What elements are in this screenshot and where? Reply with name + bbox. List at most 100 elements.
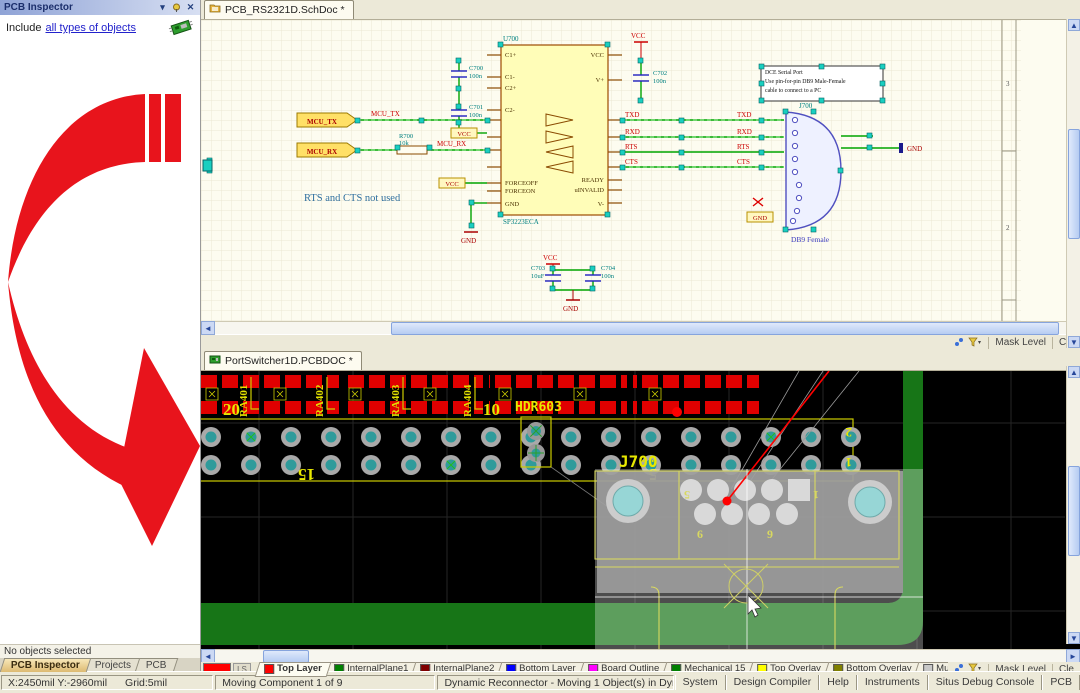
- status-bar: X:2450mil Y:-2960mil Grid:5mil Moving Co…: [0, 671, 1080, 693]
- svg-text:10k: 10k: [399, 140, 410, 147]
- pin-icon[interactable]: [171, 2, 182, 13]
- tab-projects[interactable]: Projects: [84, 658, 143, 672]
- svg-text:9: 9: [767, 527, 773, 541]
- svg-text:MCU_TX: MCU_TX: [307, 118, 337, 126]
- panel-button-situs-debug-console[interactable]: Situs Debug Console: [928, 675, 1043, 690]
- svg-text:V-: V-: [598, 201, 604, 208]
- scroll-left-icon[interactable]: ◄: [201, 321, 215, 335]
- ic-u700[interactable]: U700 SP3223ECA C1+ C1- C2+ C2- FORCEOFF …: [487, 35, 622, 226]
- svg-text:GND: GND: [907, 145, 922, 153]
- net-label-mcu-rx[interactable]: MCU_RX: [437, 140, 466, 148]
- svg-text:V+: V+: [596, 77, 605, 84]
- gnd-label-db9-right[interactable]: GND: [899, 143, 922, 153]
- svg-text:C702: C702: [653, 70, 667, 77]
- schematic-document-tab[interactable]: PCB_RS2321D.SchDoc *: [204, 0, 354, 19]
- svg-text:C700: C700: [469, 65, 483, 72]
- mask-level-button[interactable]: Mask Level: [988, 337, 1052, 349]
- annotation-text[interactable]: RTS and CTS not used: [304, 193, 401, 204]
- pcb-tab-label: PortSwitcher1D.PCBDOC *: [225, 355, 353, 367]
- tab-pcb-inspector[interactable]: PCB Inspector: [0, 658, 91, 672]
- schematic-vscroll-thumb[interactable]: [1068, 129, 1080, 239]
- svg-text:C1-: C1-: [505, 74, 515, 81]
- scroll-down-icon[interactable]: ▼: [1068, 632, 1080, 644]
- svg-text:1: 1: [813, 488, 819, 502]
- panel-button-system[interactable]: System: [675, 675, 726, 690]
- highlight-icon[interactable]: [954, 337, 964, 350]
- schdoc-icon: [209, 3, 221, 16]
- port-mcu-rx[interactable]: MCU_RX: [297, 143, 357, 157]
- schematic-vscrollbar[interactable]: ▲ ▼: [1066, 19, 1080, 348]
- pcb-vscrollbar[interactable]: ▲ ▼: [1066, 366, 1080, 644]
- ratsnest-dot: [672, 407, 682, 417]
- pcb-inspector-panel: PCB Inspector ▾ ✕ Include all types of o…: [0, 0, 201, 672]
- svg-text:GND: GND: [505, 201, 519, 208]
- svg-text:100n: 100n: [601, 273, 615, 280]
- svg-text:VCC: VCC: [631, 32, 646, 40]
- svg-text:GND: GND: [753, 215, 767, 222]
- panel-title: PCB Inspector: [4, 2, 157, 13]
- filter-icon[interactable]: [968, 337, 982, 350]
- svg-text:15: 15: [298, 465, 315, 484]
- svg-text:Use pin-for-pin DB9 Male-Femal: Use pin-for-pin DB9 Male-Female: [765, 78, 846, 85]
- j700-designator-label[interactable]: J700: [619, 452, 658, 471]
- pcb-vscroll-thumb[interactable]: [1068, 466, 1080, 556]
- panel-button-design-compiler[interactable]: Design Compiler: [726, 675, 820, 690]
- grid-setting: Grid:5mil: [125, 676, 167, 689]
- pcb-hscrollbar[interactable]: ◄ ►: [201, 649, 1080, 662]
- svg-text:10: 10: [483, 400, 500, 419]
- pcb-tab-bar: PortSwitcher1D.PCBDOC *: [201, 351, 1080, 371]
- panel-button-pcb[interactable]: PCB: [1042, 675, 1080, 690]
- svg-text:R700: R700: [399, 133, 413, 140]
- altium-application-window: PCB Inspector ▾ ✕ Include all types of o…: [0, 0, 1080, 693]
- schematic-editor-canvas[interactable]: 3 2: [201, 20, 1080, 321]
- pcb-chip-icon: [168, 18, 194, 39]
- close-icon[interactable]: ✕: [185, 2, 196, 13]
- svg-text:RTS: RTS: [737, 143, 750, 151]
- chevron-down-icon[interactable]: ▾: [157, 2, 168, 13]
- svg-text:1: 1: [846, 455, 853, 470]
- svg-text:uINVALID: uINVALID: [575, 187, 605, 194]
- svg-text:HDR603: HDR603: [515, 400, 562, 415]
- svg-text:6: 6: [697, 527, 703, 541]
- svg-text:MCU_RX: MCU_RX: [307, 148, 337, 156]
- scroll-up-icon[interactable]: ▲: [1068, 366, 1080, 378]
- db9-designator: J700: [799, 102, 813, 110]
- note-text-frame[interactable]: DCE Serial Port Use pin-for-pin DB9 Male…: [761, 66, 883, 101]
- svg-text:C2+: C2+: [505, 85, 517, 92]
- svg-text:RA402: RA402: [314, 384, 326, 417]
- svg-text:100n: 100n: [469, 73, 483, 80]
- object-types-link[interactable]: all types of objects: [45, 22, 136, 34]
- svg-text:CTS: CTS: [737, 158, 750, 166]
- schematic-tab-bar: PCB_RS2321D.SchDoc *: [201, 0, 1080, 20]
- panel-button-help[interactable]: Help: [819, 675, 857, 690]
- scroll-right-icon[interactable]: ►: [1066, 649, 1080, 663]
- tab-pcb[interactable]: PCB: [135, 658, 178, 672]
- schematic-hscrollbar[interactable]: ◄ ►: [201, 321, 1080, 334]
- svg-text:RXD: RXD: [625, 128, 640, 136]
- svg-text:VCC: VCC: [591, 52, 604, 59]
- pcb-editor-canvas[interactable]: RA401 RA402 RA403 RA404 20 10 15 5 2: [201, 371, 1080, 649]
- vcc-port-box-1[interactable]: VCC: [439, 178, 465, 188]
- layer-tab-top-layer[interactable]: Top Layer: [255, 662, 332, 677]
- svg-text:5: 5: [684, 488, 690, 502]
- panel-button-instruments[interactable]: Instruments: [857, 675, 928, 690]
- scroll-up-icon[interactable]: ▲: [1068, 19, 1080, 31]
- scroll-down-icon[interactable]: ▼: [1068, 336, 1080, 348]
- moving-status-segment: Moving Component 1 of 9: [215, 675, 435, 690]
- panel-title-bar[interactable]: PCB Inspector ▾ ✕: [0, 0, 200, 15]
- include-label: Include: [6, 22, 41, 34]
- schematic-hscroll-thumb[interactable]: [391, 322, 1059, 335]
- svg-text:RA403: RA403: [390, 384, 402, 417]
- svg-text:TXD: TXD: [625, 111, 639, 119]
- svg-text:FORCEOFF: FORCEOFF: [505, 180, 538, 187]
- net-label-mcu-tx[interactable]: MCU_TX: [371, 110, 400, 118]
- vcc-port-box-2[interactable]: VCC: [451, 128, 477, 138]
- svg-text:C701: C701: [469, 104, 483, 111]
- pcbdoc-icon: [209, 354, 221, 367]
- inspector-empty-body: [0, 38, 200, 644]
- scroll-left-icon[interactable]: ◄: [201, 649, 215, 663]
- port-mcu-tx[interactable]: MCU_TX: [297, 113, 357, 127]
- svg-text:C2-: C2-: [505, 107, 515, 114]
- pcb-document-tab[interactable]: PortSwitcher1D.PCBDOC *: [204, 351, 362, 370]
- svg-text:RTS: RTS: [625, 143, 638, 151]
